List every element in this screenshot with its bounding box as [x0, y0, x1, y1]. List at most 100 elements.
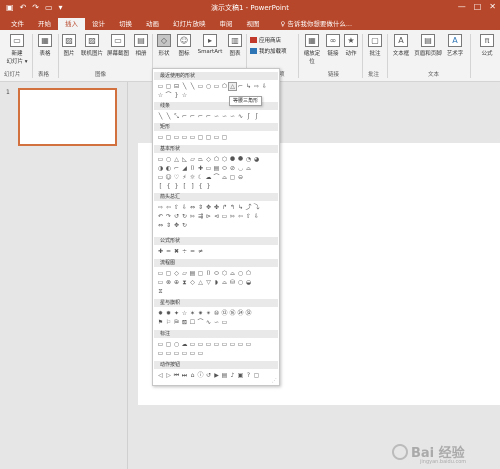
- shape-item[interactable]: [: [157, 183, 164, 190]
- shape-item[interactable]: ㉜: [245, 310, 252, 317]
- shape-item[interactable]: ⌂: [189, 372, 196, 379]
- shape-item[interactable]: ⊲: [213, 213, 220, 220]
- tab-home[interactable]: 开始: [31, 18, 58, 30]
- comment-button[interactable]: ▢ 批注: [366, 34, 384, 57]
- shape-item[interactable]: △: [197, 279, 204, 286]
- shape-item[interactable]: ⓘ: [197, 372, 204, 379]
- shape-item[interactable]: ⛁: [229, 279, 236, 286]
- shape-item[interactable]: ♡: [173, 174, 180, 181]
- shape-item[interactable]: ▭: [165, 350, 172, 357]
- shape-item[interactable]: ⬠: [221, 83, 228, 90]
- shape-item[interactable]: ━: [165, 248, 172, 255]
- shape-item[interactable]: ⇧: [245, 213, 252, 220]
- chart-button[interactable]: ▥ 图表: [227, 34, 243, 57]
- tell-me-search[interactable]: ♀ 告诉我你想要做什么...: [281, 18, 353, 30]
- shape-item[interactable]: ▭: [181, 134, 188, 141]
- shape-item[interactable]: ⤵: [253, 204, 260, 211]
- shape-item[interactable]: ∽: [229, 113, 236, 120]
- shape-item[interactable]: ⏭: [181, 372, 188, 379]
- shape-item[interactable]: ]: [189, 183, 196, 190]
- shape-item[interactable]: ⇕: [165, 222, 172, 229]
- shape-item[interactable]: ♪: [229, 372, 236, 379]
- textbox-button[interactable]: A 文本框: [390, 34, 412, 57]
- shape-item[interactable]: ▽: [205, 279, 212, 286]
- shape-item[interactable]: ⌐: [181, 113, 188, 120]
- shape-item[interactable]: ▱: [181, 270, 188, 277]
- shape-item[interactable]: ☆: [181, 310, 188, 317]
- shape-item[interactable]: ⌓: [221, 174, 228, 181]
- shape-item[interactable]: ◗: [213, 279, 220, 286]
- shape-item[interactable]: ⇨: [253, 83, 260, 90]
- shape-item[interactable]: ⌐: [173, 165, 180, 172]
- resize-grip-icon[interactable]: ⋰: [272, 378, 277, 384]
- shape-item[interactable]: ↻: [181, 222, 188, 229]
- shape-item[interactable]: ⬠: [213, 156, 220, 163]
- shape-item[interactable]: ▢: [165, 83, 172, 90]
- shape-item[interactable]: ㉔: [237, 310, 244, 317]
- shape-item[interactable]: ▭: [189, 134, 196, 141]
- shape-item[interactable]: ○: [205, 83, 212, 90]
- shape-item[interactable]: ✸: [157, 310, 164, 317]
- shape-item[interactable]: ⇩: [253, 213, 260, 220]
- shape-item[interactable]: ⧖: [157, 288, 164, 295]
- tab-transitions[interactable]: 切换: [112, 18, 139, 30]
- shape-item[interactable]: ∿: [237, 113, 244, 120]
- shape-item[interactable]: ↱: [221, 204, 228, 211]
- shape-item[interactable]: ▭: [157, 174, 164, 181]
- shape-item[interactable]: ◐: [165, 165, 172, 172]
- shape-item[interactable]: ╲: [165, 113, 172, 120]
- shape-item[interactable]: ⇦: [165, 204, 172, 211]
- tab-insert[interactable]: 插入: [58, 18, 85, 30]
- new-slide-button[interactable]: ▭ 新建 幻灯片 ▾: [4, 34, 30, 65]
- shape-item[interactable]: ⚡: [181, 174, 188, 181]
- shape-item[interactable]: ⯃: [229, 156, 236, 163]
- isosceles-triangle-shape[interactable]: △: [228, 81, 237, 91]
- shape-item[interactable]: ⌓: [229, 270, 236, 277]
- shape-item[interactable]: ▣: [237, 372, 244, 379]
- shape-item[interactable]: ⚐: [165, 319, 172, 326]
- shape-item[interactable]: ⇦: [237, 213, 244, 220]
- shape-item[interactable]: ▢: [165, 341, 172, 348]
- shape-item[interactable]: ▭: [157, 341, 164, 348]
- shape-item[interactable]: ◢: [181, 165, 188, 172]
- shape-item[interactable]: ○: [165, 156, 172, 163]
- online-picture-button[interactable]: ▨ 联机图片: [80, 34, 104, 57]
- shape-item[interactable]: ▤: [213, 165, 220, 172]
- shape-item[interactable]: ✤: [213, 204, 220, 211]
- shape-item[interactable]: ⌐: [205, 113, 212, 120]
- shape-item[interactable]: ⇩: [181, 204, 188, 211]
- shape-item[interactable]: ↶: [157, 213, 164, 220]
- shape-item[interactable]: ▭: [181, 350, 188, 357]
- shape-item[interactable]: ?: [245, 372, 252, 379]
- shape-item[interactable]: ✥: [205, 204, 212, 211]
- shape-item[interactable]: ▭: [157, 279, 164, 286]
- header-footer-button[interactable]: ▤ 页眉和页脚: [414, 34, 442, 57]
- maximize-button[interactable]: □: [474, 2, 482, 11]
- shape-item[interactable]: ⧗: [181, 279, 188, 286]
- shape-item[interactable]: ⇶: [197, 213, 204, 220]
- shape-item[interactable]: ▭: [189, 341, 196, 348]
- shape-item[interactable]: ▢: [165, 134, 172, 141]
- tab-slideshow[interactable]: 幻灯片放映: [166, 18, 213, 30]
- wordart-button[interactable]: A 艺术字: [444, 34, 466, 57]
- shape-item[interactable]: ▭: [221, 213, 228, 220]
- shape-item[interactable]: ⌐: [189, 113, 196, 120]
- shape-item[interactable]: ⇔: [189, 204, 196, 211]
- shape-item[interactable]: ▭: [189, 350, 196, 357]
- shape-item[interactable]: ▱: [189, 156, 196, 163]
- shape-item[interactable]: ⬡: [221, 156, 228, 163]
- shape-item[interactable]: ⇩: [261, 83, 268, 90]
- shape-item[interactable]: ▭: [197, 341, 204, 348]
- shape-item[interactable]: ⤴: [245, 204, 252, 211]
- shape-item[interactable]: ╲: [189, 83, 196, 90]
- shape-item[interactable]: ⬭: [221, 165, 228, 172]
- formula-button[interactable]: π 公式: [478, 34, 496, 57]
- shape-item[interactable]: ⌐: [237, 83, 244, 90]
- shape-item[interactable]: ∽: [221, 113, 228, 120]
- shape-item[interactable]: ʃ: [253, 113, 260, 120]
- shape-item[interactable]: ▭: [157, 156, 164, 163]
- shape-item[interactable]: ⇨: [157, 204, 164, 211]
- shape-item[interactable]: ⌷: [189, 165, 196, 172]
- tab-view[interactable]: 视图: [240, 18, 267, 30]
- shape-item[interactable]: ▭: [245, 341, 252, 348]
